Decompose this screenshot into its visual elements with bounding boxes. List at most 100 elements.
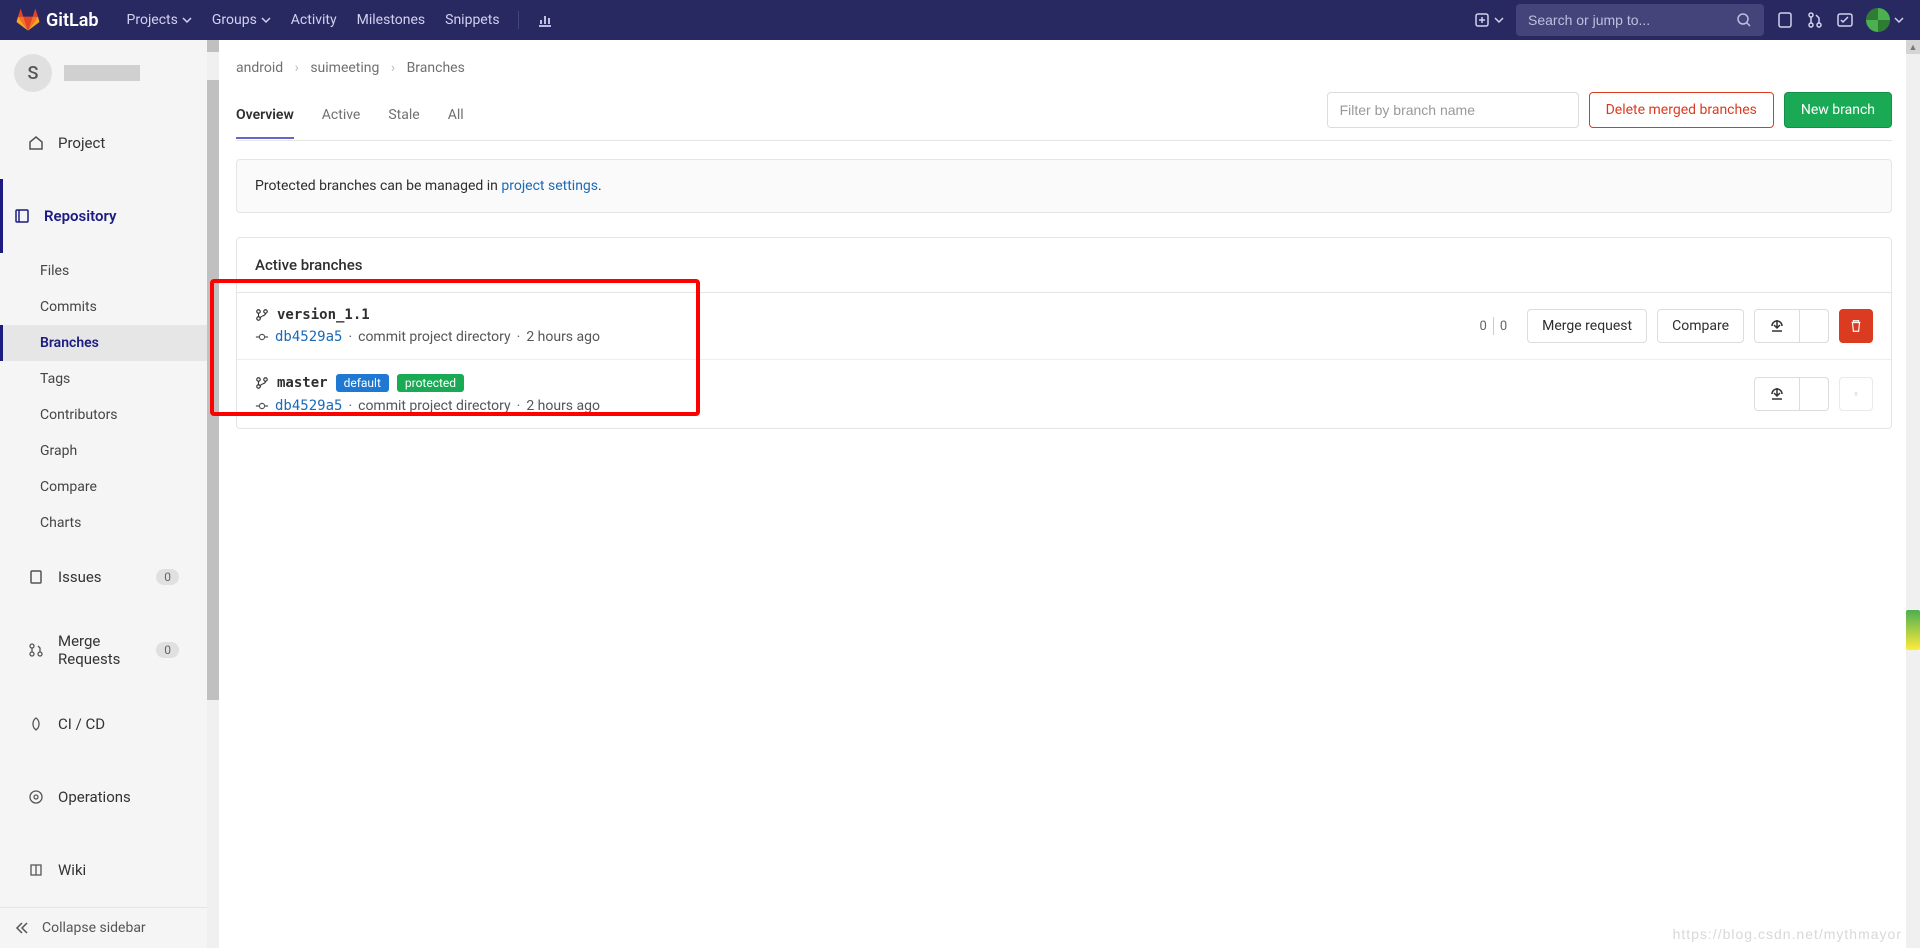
sidebar-wiki[interactable]: Wiki (0, 834, 207, 907)
commit-sha[interactable]: db4529a5 (275, 398, 342, 414)
sidebar-charts[interactable]: Charts (0, 505, 207, 541)
sidebar-branches[interactable]: Branches (0, 325, 207, 361)
nav-divider (518, 11, 519, 29)
branch-icon (255, 376, 269, 390)
sidebar-project[interactable]: Project (0, 106, 207, 179)
download-button[interactable] (1754, 309, 1800, 343)
download-icon (1769, 386, 1785, 402)
panel-title: Active branches (237, 238, 1891, 293)
trash-icon (1849, 319, 1863, 333)
commit-icon (255, 399, 269, 413)
scroll-up-icon[interactable]: ▲ (1906, 40, 1920, 54)
top-nav: GitLab Projects Groups Activity Mileston… (0, 0, 1920, 40)
delete-branch-button[interactable] (1839, 309, 1873, 343)
commit-time: 2 hours ago (526, 398, 600, 414)
user-avatar (1866, 8, 1890, 32)
home-icon (28, 135, 44, 151)
branch-divergence: 0 0 (1480, 317, 1508, 335)
project-name (64, 65, 140, 81)
compare-button[interactable]: Compare (1657, 309, 1744, 343)
todos-icon[interactable] (1836, 11, 1854, 29)
issues-icon (28, 569, 44, 585)
new-menu[interactable] (1474, 12, 1504, 28)
nav-analytics-icon[interactable] (527, 0, 563, 40)
nav-activity[interactable]: Activity (281, 0, 347, 40)
sidebar-compare[interactable]: Compare (0, 469, 207, 505)
sidebar-operations[interactable]: Operations (0, 760, 207, 833)
breadcrumb-suimeeting[interactable]: suimeeting (310, 60, 379, 76)
delete-merged-button[interactable]: Delete merged branches (1589, 92, 1774, 128)
filter-input[interactable] (1327, 92, 1579, 128)
sidebar-issues[interactable]: Issues 0 (0, 541, 207, 614)
nav-snippets[interactable]: Snippets (435, 0, 509, 40)
download-button[interactable] (1754, 377, 1800, 411)
project-header[interactable]: S (0, 40, 207, 106)
download-dropdown[interactable] (1800, 309, 1829, 343)
commit-msg: commit project directory (358, 329, 511, 345)
branch-toolbar: Overview Active Stale All Delete merged … (236, 92, 1892, 141)
rocket-icon (28, 716, 44, 732)
search-box[interactable] (1516, 4, 1764, 36)
tab-overview[interactable]: Overview (236, 93, 294, 139)
gitlab-logo[interactable]: GitLab (16, 8, 99, 32)
commit-sha[interactable]: db4529a5 (275, 329, 342, 345)
search-icon (1736, 12, 1752, 28)
commit-msg: commit project directory (358, 398, 511, 414)
branch-icon (255, 308, 269, 322)
repo-icon (14, 208, 30, 224)
watermark: https://blog.csdn.net/mythmayor (1673, 926, 1902, 942)
search-input[interactable] (1528, 12, 1736, 28)
download-dropdown[interactable] (1800, 377, 1829, 411)
download-icon (1769, 318, 1785, 334)
new-branch-button[interactable]: New branch (1784, 92, 1892, 128)
merge-requests-icon[interactable] (1806, 11, 1824, 29)
delete-branch-disabled (1839, 377, 1873, 411)
chevrons-left-icon (14, 920, 30, 936)
breadcrumb: android › suimeeting › Branches (236, 40, 1892, 92)
branch-name[interactable]: version_1.1 (277, 307, 370, 323)
protected-banner: Protected branches can be managed in pro… (236, 159, 1892, 213)
nav-groups[interactable]: Groups (202, 0, 281, 40)
user-menu[interactable] (1866, 8, 1904, 32)
tab-all[interactable]: All (448, 93, 464, 139)
collapse-sidebar[interactable]: Collapse sidebar (0, 907, 207, 948)
tab-stale[interactable]: Stale (388, 93, 419, 139)
nav-milestones[interactable]: Milestones (347, 0, 436, 40)
mr-count: 0 (156, 642, 179, 658)
active-branches-panel: Active branches version_1.1 db4529a5 · c… (236, 237, 1892, 429)
project-avatar: S (14, 54, 52, 92)
branch-name[interactable]: master (277, 375, 328, 391)
project-settings-link[interactable]: project settings (501, 178, 598, 194)
brand-text: GitLab (46, 10, 99, 31)
sidebar-contributors[interactable]: Contributors (0, 397, 207, 433)
breadcrumb-android[interactable]: android (236, 60, 283, 76)
protected-badge: protected (397, 374, 464, 392)
book-icon (28, 862, 44, 878)
main-content: android › suimeeting › Branches Overview… (208, 40, 1920, 948)
issues-icon[interactable] (1776, 11, 1794, 29)
breadcrumb-current: Branches (407, 60, 465, 76)
sidebar: S Project Repository Files Commits Branc… (0, 40, 208, 948)
branch-tabs: Overview Active Stale All (236, 93, 464, 139)
sidebar-commits[interactable]: Commits (0, 289, 207, 325)
default-badge: default (336, 374, 389, 392)
sidebar-cicd[interactable]: CI / CD (0, 687, 207, 760)
commit-time: 2 hours ago (526, 329, 600, 345)
commit-icon (255, 330, 269, 344)
page-scrollbar[interactable]: ▲ (1906, 40, 1920, 948)
sidebar-repository[interactable]: Repository (0, 179, 207, 252)
sidebar-graph[interactable]: Graph (0, 433, 207, 469)
branch-row: version_1.1 db4529a5 · commit project di… (237, 293, 1891, 360)
sidebar-tags[interactable]: Tags (0, 361, 207, 397)
sidebar-merge-requests[interactable]: Merge Requests 0 (0, 614, 207, 687)
operations-icon (28, 789, 44, 805)
merge-request-button[interactable]: Merge request (1527, 309, 1647, 343)
issues-count: 0 (156, 569, 179, 585)
mr-icon (28, 642, 44, 658)
branch-row: master default protected db4529a5 · comm… (237, 360, 1891, 428)
sidebar-files[interactable]: Files (0, 253, 207, 289)
nav-projects[interactable]: Projects (117, 0, 202, 40)
trash-icon (1854, 387, 1858, 401)
tab-active[interactable]: Active (322, 93, 361, 139)
gitlab-icon (16, 8, 40, 32)
